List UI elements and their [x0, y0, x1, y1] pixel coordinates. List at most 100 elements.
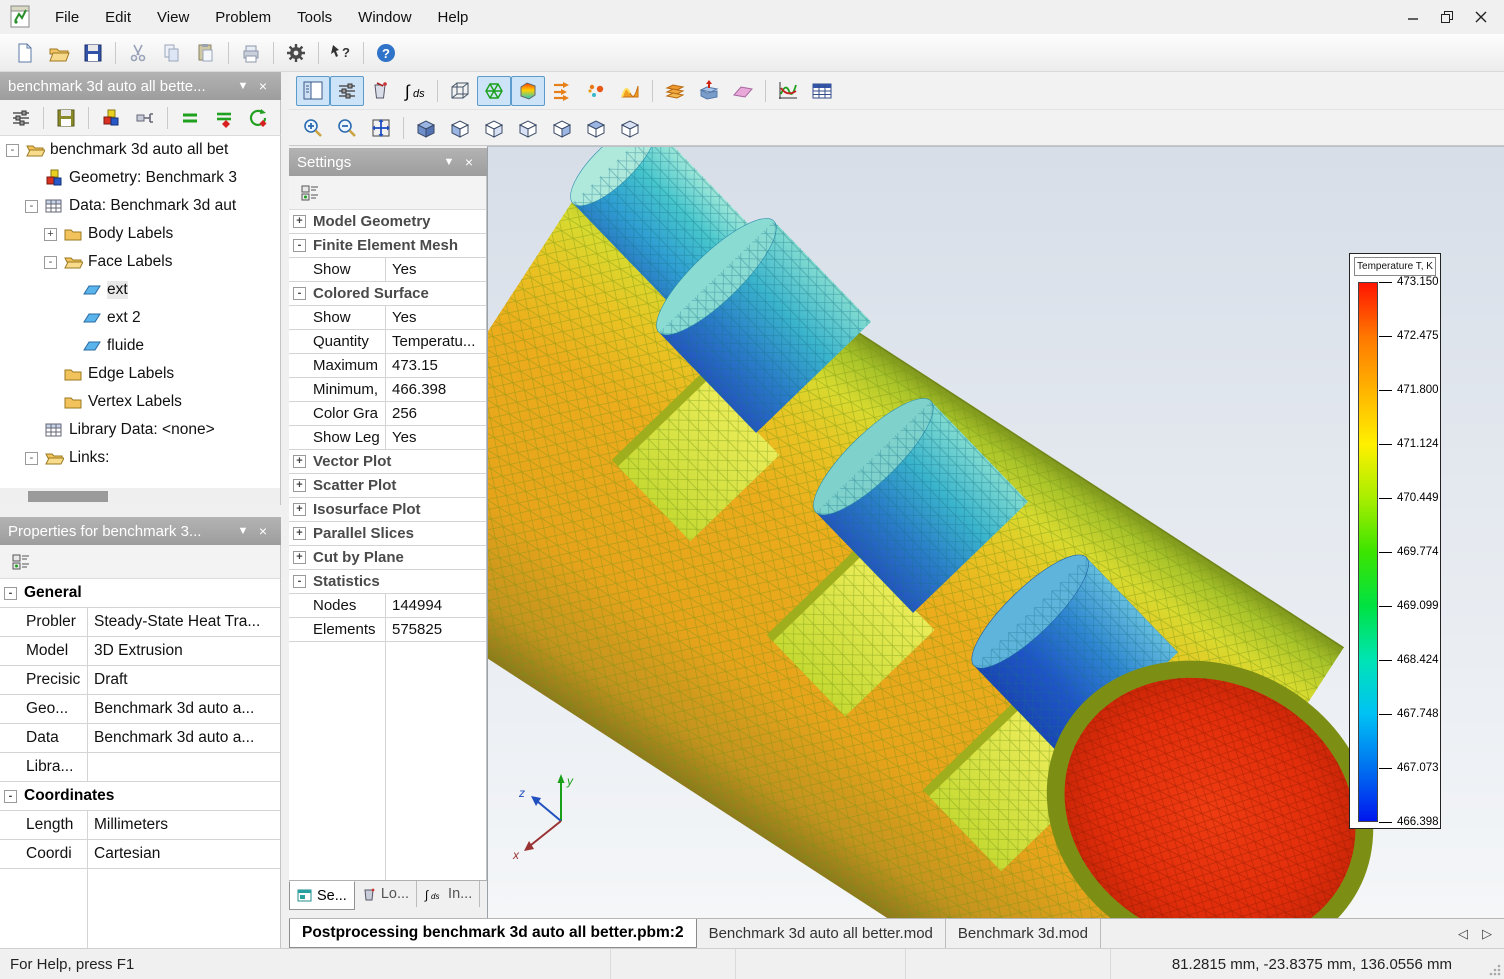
- sliders-button[interactable]: [4, 103, 38, 133]
- group-expander-plus[interactable]: +: [293, 551, 306, 564]
- view-right-button[interactable]: [545, 113, 579, 143]
- group-expander-plus[interactable]: +: [293, 503, 306, 516]
- properties-panel-dropdown-icon[interactable]: ▼: [233, 525, 253, 537]
- cut-button[interactable]: [121, 38, 155, 68]
- floppy2-button[interactable]: [49, 103, 83, 133]
- cubes-button[interactable]: [94, 103, 128, 133]
- transfer-button[interactable]: [128, 103, 162, 133]
- group-row-model-geometry[interactable]: +Model Geometry: [289, 210, 486, 234]
- zoom-out-button[interactable]: [330, 113, 364, 143]
- view-top-button[interactable]: [579, 113, 613, 143]
- document-tab[interactable]: Benchmark 3d auto all better.mod: [697, 919, 946, 948]
- document-tab[interactable]: Postprocessing benchmark 3d auto all bet…: [289, 919, 697, 948]
- viewport-3d[interactable]: y z x Temperature T, K 473.150472.475471…: [487, 146, 1504, 918]
- zoom-in-button[interactable]: [296, 113, 330, 143]
- view-bottom-button[interactable]: [613, 113, 647, 143]
- group-row-vector-plot[interactable]: +Vector Plot: [289, 450, 486, 474]
- tree-item[interactable]: -Links:: [0, 444, 280, 472]
- table-button[interactable]: [805, 76, 839, 106]
- minimize-button[interactable]: [1396, 4, 1430, 30]
- tree-expander-minus[interactable]: -: [25, 200, 38, 213]
- property-row[interactable]: ShowYes: [289, 258, 486, 282]
- rotate-button[interactable]: [241, 103, 275, 133]
- property-row[interactable]: Libra...: [0, 753, 280, 782]
- menu-item-tools[interactable]: Tools: [284, 0, 345, 34]
- menu-item-edit[interactable]: Edit: [92, 0, 144, 34]
- property-row[interactable]: Color Gra256: [289, 402, 486, 426]
- settings-tab-lo[interactable]: Lo...: [355, 881, 417, 907]
- save-button[interactable]: [76, 38, 110, 68]
- category-view-button[interactable]: [4, 547, 38, 577]
- group-row-isosurface-plot[interactable]: +Isosurface Plot: [289, 498, 486, 522]
- view-front-button[interactable]: [443, 113, 477, 143]
- view-iso-button[interactable]: [409, 113, 443, 143]
- property-row[interactable]: Minimum,466.398: [289, 378, 486, 402]
- tree-item[interactable]: -Data: Benchmark 3d aut: [0, 192, 280, 220]
- tree-horizontal-scrollbar[interactable]: [0, 488, 281, 505]
- tree-item[interactable]: ext 2: [0, 304, 280, 332]
- tab-scroll-left-icon[interactable]: ◁: [1458, 926, 1468, 942]
- property-row[interactable]: Geo...Benchmark 3d auto a...: [0, 695, 280, 724]
- zoom-extents-button[interactable]: [364, 113, 398, 143]
- tree-item[interactable]: +Body Labels: [0, 220, 280, 248]
- tree-expander-minus[interactable]: -: [25, 452, 38, 465]
- property-row[interactable]: Model3D Extrusion: [0, 637, 280, 666]
- settings-panel-header[interactable]: Settings ▼ ×: [289, 148, 487, 176]
- tree-item[interactable]: ext: [0, 276, 280, 304]
- property-row[interactable]: Nodes144994: [289, 594, 486, 618]
- category-view-button[interactable]: [293, 178, 327, 208]
- local-values-button[interactable]: [364, 76, 398, 106]
- group-expander-plus[interactable]: +: [293, 479, 306, 492]
- open-button[interactable]: [42, 38, 76, 68]
- menu-item-view[interactable]: View: [144, 0, 202, 34]
- group-expander-minus[interactable]: -: [4, 790, 17, 803]
- properties-panel-close-icon[interactable]: ×: [253, 523, 273, 539]
- copy-button[interactable]: [155, 38, 189, 68]
- plot-settings-button[interactable]: [330, 76, 364, 106]
- xy-plot-button[interactable]: [771, 76, 805, 106]
- plane-button[interactable]: [726, 76, 760, 106]
- tree-item[interactable]: Edge Labels: [0, 360, 280, 388]
- menu-item-problem[interactable]: Problem: [202, 0, 284, 34]
- property-row[interactable]: LengthMillimeters: [0, 811, 280, 840]
- view-back-button[interactable]: [477, 113, 511, 143]
- settings-tab-se[interactable]: Se...: [289, 881, 355, 910]
- group-expander-plus[interactable]: +: [293, 455, 306, 468]
- problem-panel-header[interactable]: benchmark 3d auto all bette... ▼ ×: [0, 72, 281, 100]
- eq-green-button[interactable]: [173, 103, 207, 133]
- parallel-slices-button[interactable]: [658, 76, 692, 106]
- group-row-cut-by-plane[interactable]: +Cut by Plane: [289, 546, 486, 570]
- document-tab[interactable]: Benchmark 3d.mod: [946, 919, 1101, 948]
- tree-item[interactable]: Library Data: <none>: [0, 416, 280, 444]
- new-doc-button[interactable]: [8, 38, 42, 68]
- cut-by-plane-button[interactable]: [692, 76, 726, 106]
- group-expander-plus[interactable]: +: [293, 215, 306, 228]
- restore-button[interactable]: [1430, 4, 1464, 30]
- view-left-button[interactable]: [511, 113, 545, 143]
- tree-item[interactable]: Vertex Labels: [0, 388, 280, 416]
- group-row-general[interactable]: -General: [0, 579, 280, 608]
- group-expander-minus[interactable]: -: [4, 587, 17, 600]
- eq-red-button[interactable]: [207, 103, 241, 133]
- workspace-panel-button[interactable]: [296, 76, 330, 106]
- integral-values-button[interactable]: ∫ds: [398, 76, 432, 106]
- tree-item[interactable]: -benchmark 3d auto all bet: [0, 136, 280, 164]
- scrollbar-thumb[interactable]: [28, 491, 108, 502]
- menu-item-file[interactable]: File: [42, 0, 92, 34]
- property-row[interactable]: Elements575825: [289, 618, 486, 642]
- group-expander-minus[interactable]: -: [293, 239, 306, 252]
- settings-panel-close-icon[interactable]: ×: [459, 154, 479, 170]
- property-row[interactable]: ProblerSteady-State Heat Tra...: [0, 608, 280, 637]
- tree-item[interactable]: fluide: [0, 332, 280, 360]
- settings-panel-dropdown-icon[interactable]: ▼: [439, 156, 459, 168]
- finite-element-mesh-button[interactable]: [477, 76, 511, 106]
- tree-item[interactable]: -Face Labels: [0, 248, 280, 276]
- property-row[interactable]: Show LegYes: [289, 426, 486, 450]
- property-row[interactable]: CoordiCartesian: [0, 840, 280, 869]
- tree-expander-plus[interactable]: +: [44, 228, 57, 241]
- properties-panel-header[interactable]: Properties for benchmark 3... ▼ ×: [0, 517, 281, 545]
- group-row-colored-surface[interactable]: -Colored Surface: [289, 282, 486, 306]
- isosurface-plot-button[interactable]: [613, 76, 647, 106]
- panel-splitter[interactable]: [0, 505, 281, 517]
- group-expander-minus[interactable]: -: [293, 287, 306, 300]
